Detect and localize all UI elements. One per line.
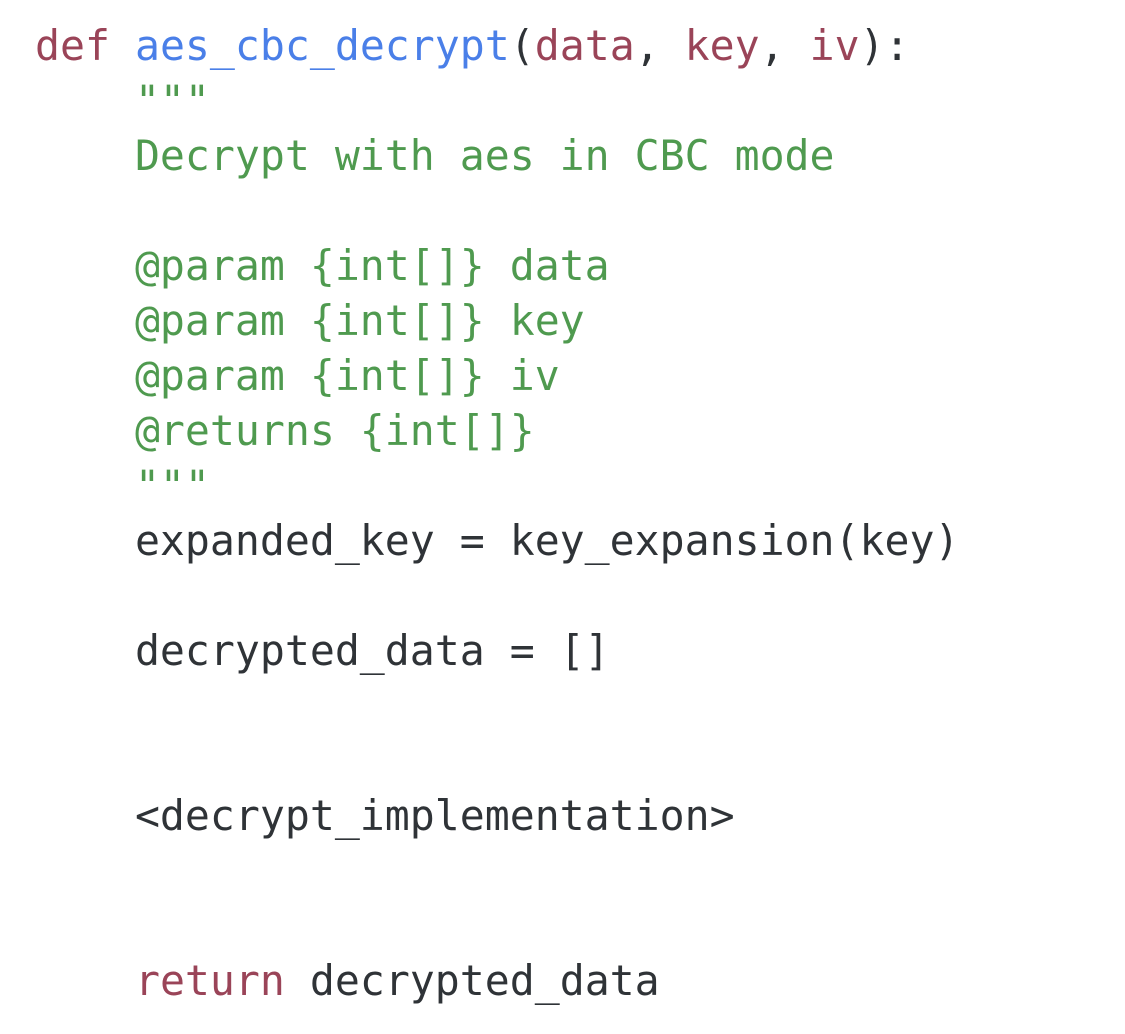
code-line: Decrypt with aes in CBC mode [35,128,959,183]
code-token-doc: """ [35,461,210,510]
code-line: <decrypt_implementation> [35,788,959,843]
code-token-kw: def [35,21,135,70]
code-block: def aes_cbc_decrypt(data, key, iv): """ … [35,18,959,1008]
code-token-doc: @param {int[]} data [35,241,610,290]
code-token-param: data [534,21,635,70]
code-line: """ [35,458,959,513]
code-token-doc: @param {int[]} key [35,296,585,345]
code-token-doc: """ [35,76,210,125]
code-token-plain: <decrypt_implementation> [35,791,735,840]
code-line: @returns {int[]} [35,403,959,458]
code-line: def aes_cbc_decrypt(data, key, iv): [35,18,959,73]
code-token-doc: @returns {int[]} [35,406,535,455]
code-line: decrypted_data = [] [35,623,959,678]
code-line: @param {int[]} data [35,238,959,293]
code-token-plain: , [759,21,810,70]
code-line: @param {int[]} key [35,293,959,348]
code-line: """ [35,73,959,128]
code-token-plain: expanded_key = key_expansion(key) [35,516,960,565]
code-token-param: iv [809,21,860,70]
code-line: @param {int[]} iv [35,348,959,403]
code-token-doc: Decrypt with aes in CBC mode [35,131,835,180]
code-token-plain: ( [509,21,535,70]
code-token-plain: ): [859,21,910,70]
code-token-plain: , [634,21,685,70]
code-token-doc: @param {int[]} iv [35,351,560,400]
code-token-param: key [684,21,760,70]
code-token-plain: decrypted_data [284,956,660,1005]
code-line: expanded_key = key_expansion(key) [35,513,960,568]
code-token-fn: aes_cbc_decrypt [134,21,510,70]
code-token-kw: return [134,956,285,1005]
code-line: return decrypted_data [35,953,959,1008]
code-token-plain: decrypted_data = [] [35,626,610,675]
